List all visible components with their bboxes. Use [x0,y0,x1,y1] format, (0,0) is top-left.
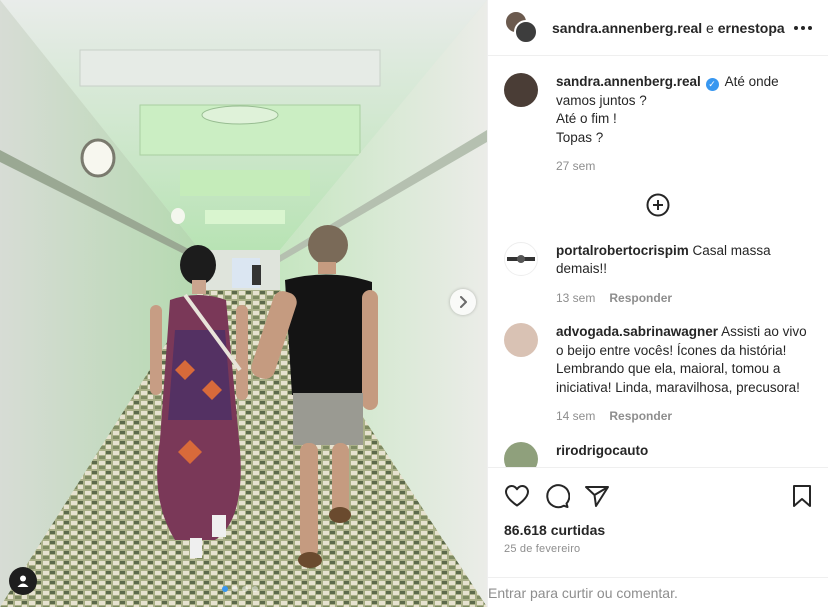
author-username[interactable]: sandra.annenberg.real [552,20,702,36]
post-side-panel: sandra.annenberg.real e ernestopa sandra… [487,0,828,607]
avatar[interactable] [504,73,538,107]
post-photo[interactable] [0,0,487,607]
comment-username[interactable]: rirodrigocauto [556,443,648,458]
caption: sandra.annenberg.real ✓ Até onde vamos j… [504,73,812,176]
caption-time[interactable]: 27 sem [556,157,595,176]
share-icon[interactable] [584,476,624,516]
chevron-right-icon [458,296,468,308]
carousel-dot [242,586,248,592]
save-icon[interactable] [772,476,812,516]
avatar [514,19,538,44]
avatar[interactable] [504,323,538,357]
comment-item: portalrobertocrispim Casal massa demais!… [504,241,812,308]
login-prompt-text: para curtir ou comentar. [526,585,678,601]
post-actions: 86.618 curtidas 25 de fevereiro [488,467,828,577]
heart-icon[interactable] [504,476,544,516]
like-count[interactable]: 86.618 curtidas [504,522,812,538]
login-link[interactable]: Entrar [488,585,526,601]
carousel-dot [252,586,258,592]
comment-username[interactable]: portalrobertocrispim [556,243,689,258]
login-prompt: Entrar para curtir ou comentar. [488,577,828,607]
load-more-comments[interactable] [504,192,812,218]
post-date[interactable]: 25 de fevereiro [504,543,812,555]
carousel-next-button[interactable] [450,289,476,315]
user-tag-icon [16,574,30,588]
caption-username[interactable]: sandra.annenberg.real [556,74,701,89]
comment-time[interactable]: 13 sem [556,289,595,308]
comment-item: advogada.sabrinawagner Assisti ao vivo o… [504,323,812,426]
reply-button[interactable]: Responder [609,289,672,308]
comment-item: rirodrigocauto [504,441,812,467]
comment-username[interactable]: advogada.sabrinawagner [556,324,718,339]
coauthor-avatars[interactable] [504,9,540,46]
avatar[interactable] [504,441,538,467]
caption-line-2: Até o fim ! [556,111,617,126]
avatar-logo [507,254,535,263]
reply-button[interactable]: Responder [609,407,672,426]
author-connector: e [702,19,718,36]
avatar[interactable] [504,241,538,276]
post-authors[interactable]: sandra.annenberg.real e ernestopa [552,20,785,36]
comment-icon[interactable] [544,476,584,516]
verified-icon: ✓ [705,78,719,91]
comments-list[interactable]: sandra.annenberg.real ✓ Até onde vamos j… [488,57,828,467]
caption-line-3: Topas ? [556,129,604,145]
more-icon [794,26,798,30]
carousel-dot [232,586,238,592]
coauthor-username[interactable]: ernestopa [718,20,785,36]
carousel-indicator [222,586,258,592]
photo-illustration [0,0,487,607]
carousel-dot [222,586,228,592]
add-circle-icon[interactable] [645,192,671,218]
post-header: sandra.annenberg.real e ernestopa [488,0,828,56]
user-tag-button[interactable] [9,567,37,595]
comment-time[interactable]: 14 sem [556,407,595,426]
more-options-button[interactable] [794,18,812,38]
